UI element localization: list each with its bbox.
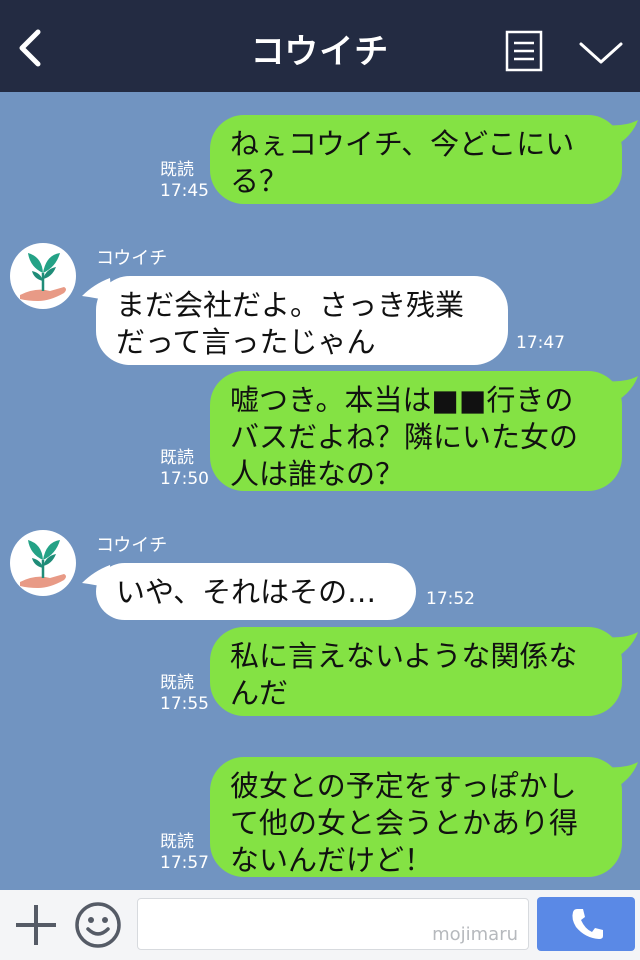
avatar[interactable] bbox=[10, 243, 76, 309]
plant-icon bbox=[20, 253, 66, 301]
plus-icon bbox=[16, 905, 56, 945]
timestamp: 17:55 bbox=[160, 694, 209, 714]
message-bubble-outgoing[interactable]: 私に言えないような関係なんだ bbox=[210, 627, 622, 716]
message-text: まだ会社だよ。さっき残業だって言ったじゃん bbox=[116, 288, 465, 359]
message-text: 嘘つき。本当は■■行きのバスだよね？隣にいた女の人は誰なの？ bbox=[230, 383, 579, 491]
chat-header: コウイチ bbox=[0, 0, 640, 92]
message-5-status: 既読 17:55 bbox=[160, 673, 209, 715]
read-label: 既読 bbox=[160, 673, 194, 693]
message-bubble-outgoing[interactable]: 嘘つき。本当は■■行きのバスだよね？隣にいた女の人は誰なの？ bbox=[210, 371, 622, 491]
sender-name: コウイチ bbox=[96, 535, 168, 556]
sender-name: コウイチ bbox=[96, 248, 168, 269]
phone-icon bbox=[572, 909, 603, 939]
timestamp: 17:45 bbox=[160, 181, 209, 201]
message-bubble-outgoing[interactable]: 彼女との予定をすっぽかして他の女と会うとかあり得ないんだけど！ bbox=[210, 757, 622, 877]
avatar[interactable] bbox=[10, 530, 76, 596]
chat-title: コウイチ bbox=[250, 32, 390, 72]
message-input[interactable]: mojimaru bbox=[137, 898, 529, 950]
smiley-icon bbox=[75, 902, 121, 948]
chevron-down-icon bbox=[579, 42, 623, 64]
read-label: 既読 bbox=[160, 832, 194, 852]
emoji-button[interactable] bbox=[74, 901, 122, 949]
message-bubble-incoming[interactable]: いや、それはその… bbox=[96, 563, 416, 620]
message-text: 彼女との予定をすっぽかして他の女と会うとかあり得ないんだけど！ bbox=[230, 769, 579, 877]
timestamp: 17:57 bbox=[160, 853, 209, 873]
add-button[interactable] bbox=[14, 903, 58, 947]
message-text: ねぇコウイチ、今どこにいる？ bbox=[230, 127, 575, 198]
read-label: 既読 bbox=[160, 448, 194, 468]
message-bubble-incoming[interactable]: まだ会社だよ。さっき残業だって言ったじゃん bbox=[96, 276, 508, 365]
message-6-status: 既読 17:57 bbox=[160, 832, 209, 874]
message-3-status: 既読 17:50 bbox=[160, 448, 209, 490]
read-label: 既読 bbox=[160, 160, 194, 180]
plant-icon bbox=[20, 540, 66, 588]
watermark: mojimaru bbox=[432, 924, 518, 945]
timestamp: 17:52 bbox=[426, 589, 475, 609]
message-text: 私に言えないような関係なんだ bbox=[230, 639, 578, 710]
message-1-status: 既読 17:45 bbox=[160, 160, 209, 202]
expand-button[interactable] bbox=[578, 38, 624, 68]
timestamp: 17:47 bbox=[516, 333, 565, 353]
list-icon bbox=[505, 30, 543, 72]
menu-button[interactable] bbox=[505, 30, 543, 72]
call-button[interactable] bbox=[537, 897, 635, 951]
message-text: いや、それはその… bbox=[116, 575, 377, 609]
timestamp: 17:50 bbox=[160, 469, 209, 489]
message-bubble-outgoing[interactable]: ねぇコウイチ、今どこにいる？ bbox=[210, 115, 622, 204]
